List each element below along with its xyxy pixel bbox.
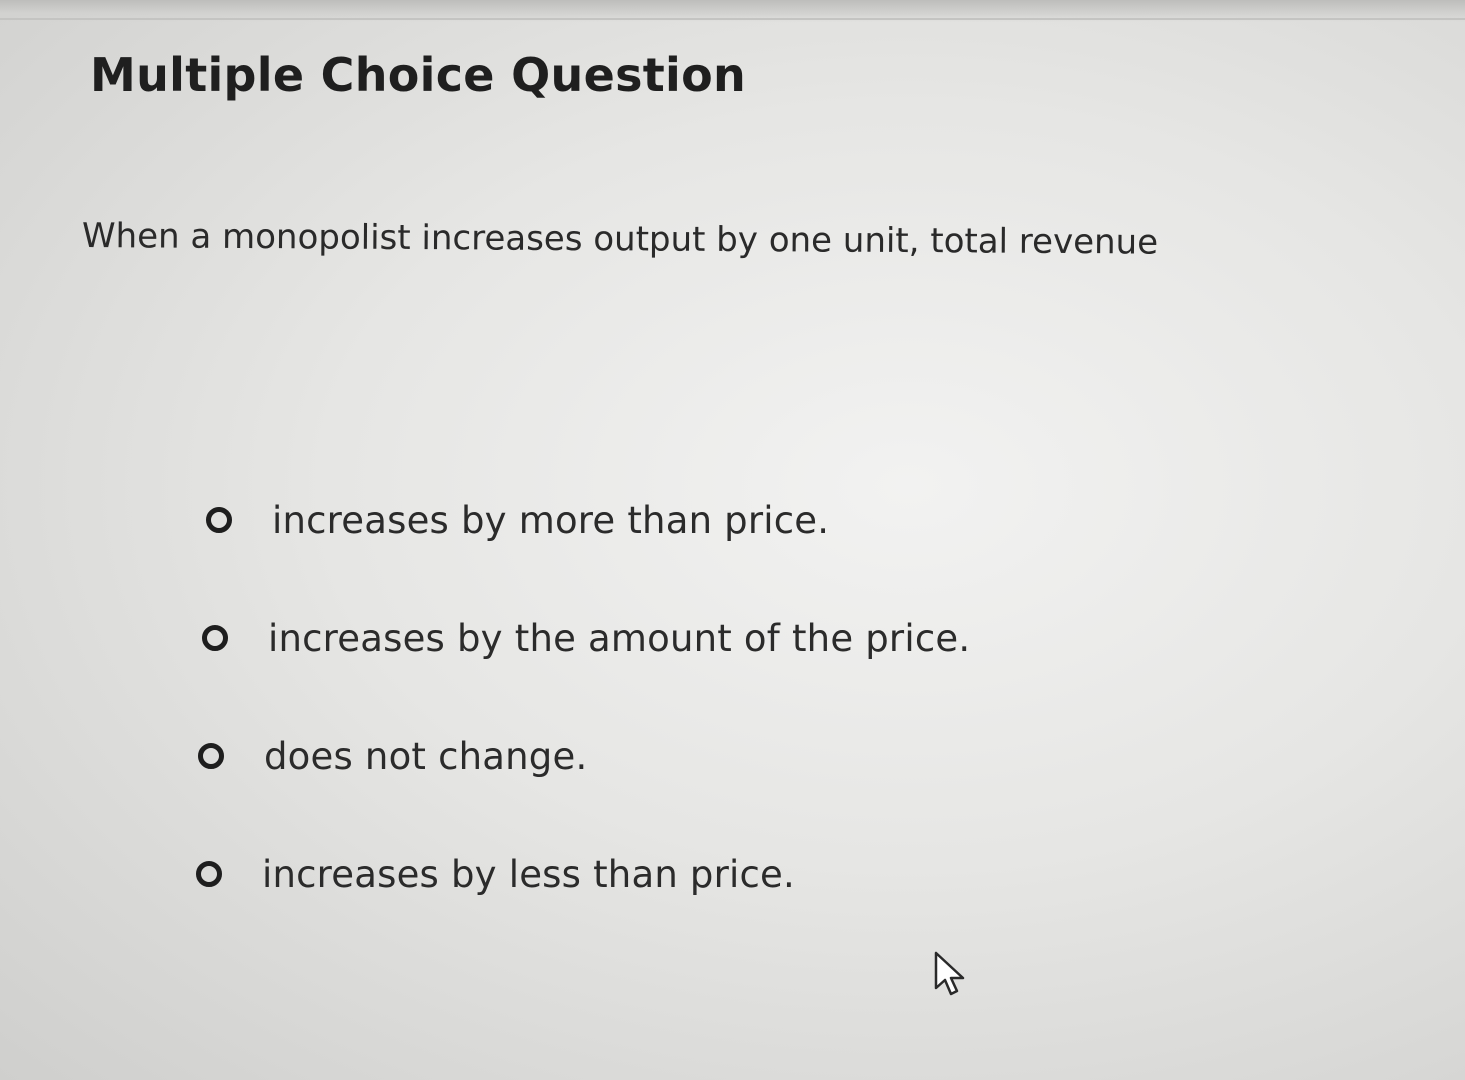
- answer-option-a[interactable]: increases by more than price.: [206, 490, 1196, 550]
- answer-options: increases by more than price. increases …: [196, 490, 1196, 904]
- answer-option-label: does not change.: [264, 734, 588, 778]
- radio-button[interactable]: [206, 507, 232, 533]
- top-divider: [0, 18, 1465, 20]
- mouse-pointer-icon: [934, 951, 965, 996]
- question-heading: Multiple Choice Question: [90, 48, 747, 102]
- answer-option-label: increases by more than price.: [272, 498, 830, 542]
- radio-button[interactable]: [196, 861, 222, 887]
- answer-option-label: increases by the amount of the price.: [268, 616, 971, 660]
- answer-option-c[interactable]: does not change.: [198, 726, 1196, 786]
- answer-option-b[interactable]: increases by the amount of the price.: [202, 608, 1196, 668]
- answer-option-label: increases by less than price.: [262, 852, 795, 896]
- radio-button[interactable]: [198, 743, 224, 769]
- question-prompt: When a monopolist increases output by on…: [81, 216, 1159, 263]
- radio-button[interactable]: [202, 625, 228, 651]
- answer-option-d[interactable]: increases by less than price.: [196, 844, 1196, 904]
